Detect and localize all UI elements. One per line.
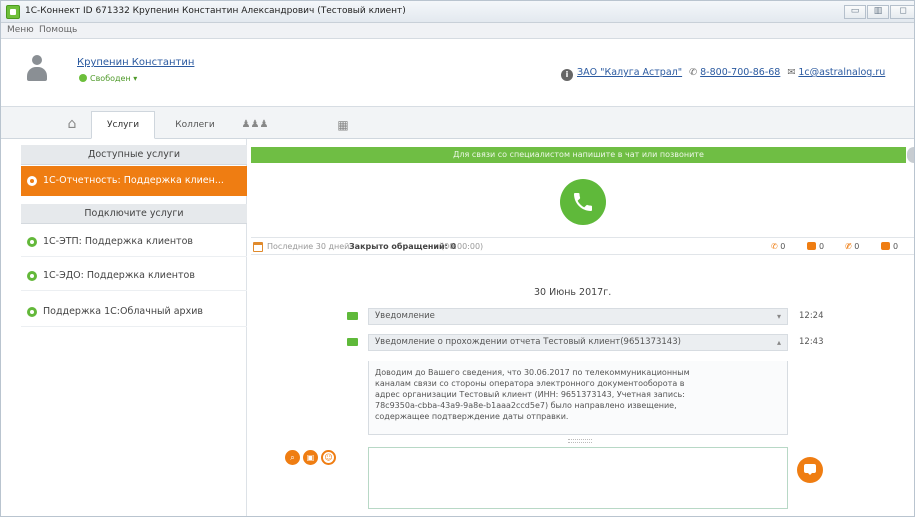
menu-item-main[interactable]: Меню bbox=[7, 25, 34, 35]
message-line: 78c9350a-cbba-43a9-9a8e-b1aaa2ccd5e7) бы… bbox=[375, 401, 677, 410]
service-status-icon bbox=[27, 307, 37, 317]
title-bar: 1С-Коннект ID 671332 Крупенин Константин… bbox=[1, 1, 914, 23]
search-button[interactable]: ⌕ bbox=[285, 450, 300, 465]
send-message-icon bbox=[804, 464, 816, 475]
message-header[interactable]: Уведомление ▾ bbox=[368, 308, 788, 325]
user-name-link[interactable]: Крупенин Константин bbox=[77, 57, 194, 68]
phone-icon: ✆ bbox=[689, 67, 698, 78]
message-line: каналам связи со стороны оператора элект… bbox=[375, 379, 685, 388]
call-button[interactable] bbox=[560, 179, 606, 225]
connect-services-header: Подключите услуги bbox=[21, 204, 247, 224]
service-item-active[interactable]: 1С-Отчетность: Поддержка клиен... bbox=[21, 166, 247, 196]
support-contacts: i ЗАО "Калуга Астрал" ✆ 8-800-700-86-68 ✉… bbox=[561, 67, 885, 81]
email-link[interactable]: 1c@astralnalog.ru bbox=[798, 67, 885, 78]
maximize-button[interactable]: ▥ bbox=[867, 5, 889, 19]
app-logo-icon bbox=[6, 5, 20, 19]
smile-icon: ☺ bbox=[324, 453, 333, 462]
restore-button[interactable]: ◻ bbox=[890, 5, 914, 19]
service-item-archive[interactable]: Поддержка 1С:Облачный архив bbox=[21, 297, 247, 327]
message-line: Доводим до Вашего сведения, что 30.06.20… bbox=[375, 368, 690, 377]
tab-colleagues[interactable]: Коллеги bbox=[159, 111, 231, 139]
missed-icon: ✆̸ bbox=[845, 242, 852, 251]
menu-item-help[interactable]: Помощь bbox=[39, 25, 77, 35]
attach-icon: ▣ bbox=[306, 453, 315, 462]
message-line: адрес организации Тестовый клиент (ИНН: … bbox=[375, 390, 685, 399]
send-button[interactable] bbox=[797, 457, 823, 483]
file-icon bbox=[881, 242, 890, 250]
tab-services[interactable]: Услуги bbox=[91, 111, 155, 139]
contact-notice-banner: Для связи со специалистом напишите в чат… bbox=[251, 147, 906, 163]
avatar[interactable] bbox=[25, 55, 49, 81]
email-icon: ✉ bbox=[787, 67, 796, 78]
service-status-icon bbox=[27, 237, 37, 247]
people-icon: ♟♟♟ bbox=[241, 119, 269, 130]
service-item-etp[interactable]: 1С-ЭТП: Поддержка клиентов bbox=[21, 227, 247, 257]
message-input[interactable] bbox=[368, 447, 788, 509]
profile-header: Крупенин Константин Свободен ▾ i ЗАО "Кал… bbox=[1, 39, 914, 107]
phone-icon bbox=[574, 193, 592, 211]
stats-bar: Последние 30 дней Закрыто обращений: 0 (… bbox=[251, 237, 914, 255]
chevron-up-icon[interactable]: ▴ bbox=[777, 335, 781, 350]
tab-groups[interactable]: ♟♟♟ bbox=[235, 111, 275, 139]
attach-button[interactable]: ▣ bbox=[303, 450, 318, 465]
message-time: 12:24 bbox=[799, 311, 824, 321]
status-selector[interactable]: Свободен ▾ bbox=[79, 74, 137, 83]
available-services-header: Доступные услуги bbox=[21, 145, 247, 165]
search-icon: ⌕ bbox=[290, 453, 295, 462]
resize-handle[interactable] bbox=[568, 439, 592, 443]
envelope-icon bbox=[347, 312, 358, 320]
tab-grid[interactable]: ▦ bbox=[323, 111, 363, 139]
tabs-bar: ⌂ Услуги Коллеги ♟♟♟ ▦ bbox=[1, 107, 914, 139]
scroll-handle[interactable] bbox=[907, 147, 914, 163]
message-body: Доводим до Вашего сведения, что 30.06.20… bbox=[368, 361, 788, 435]
minimize-button[interactable]: ▭ bbox=[844, 5, 866, 19]
tab-home[interactable]: ⌂ bbox=[53, 111, 91, 139]
chevron-down-icon[interactable]: ▾ bbox=[777, 309, 781, 324]
chat-panel: Для связи со специалистом напишите в чат… bbox=[251, 139, 914, 516]
grid-icon: ▦ bbox=[337, 118, 349, 132]
service-item-edo[interactable]: 1С-ЭДО: Поддержка клиентов bbox=[21, 261, 247, 291]
stats-period[interactable]: Последние 30 дней bbox=[267, 242, 349, 251]
info-icon: i bbox=[561, 69, 573, 81]
window-title: 1С-Коннект ID 671332 Крупенин Константин… bbox=[25, 6, 406, 16]
stats-messages: 0 bbox=[807, 242, 824, 251]
date-separator: 30 Июнь 2017г. bbox=[534, 287, 612, 298]
home-icon: ⌂ bbox=[67, 116, 77, 132]
calendar-icon bbox=[253, 242, 263, 252]
message-line: содержащее подтверждение даты отправки. bbox=[375, 412, 569, 421]
app-window: 1С-Коннект ID 671332 Крупенин Константин… bbox=[0, 0, 915, 517]
service-status-icon bbox=[27, 176, 37, 186]
stats-calls: ✆ 0 bbox=[771, 242, 786, 251]
phone-icon: ✆ bbox=[771, 242, 778, 251]
message-icon bbox=[807, 242, 816, 250]
stats-missed: ✆̸ 0 bbox=[845, 242, 860, 251]
envelope-icon bbox=[347, 338, 358, 346]
services-sidebar: Доступные услуги 1С-Отчетность: Поддержк… bbox=[1, 139, 247, 516]
phone-link[interactable]: 8-800-700-86-68 bbox=[700, 67, 780, 78]
stats-duration: (00:00:00) bbox=[441, 242, 484, 251]
service-status-icon bbox=[27, 271, 37, 281]
stats-files: 0 bbox=[881, 242, 898, 251]
menu-bar: Меню Помощь bbox=[1, 23, 914, 39]
emoji-button[interactable]: ☺ bbox=[321, 450, 336, 465]
status-online-icon bbox=[79, 74, 87, 82]
message-header[interactable]: Уведомление о прохождении отчета Тестовы… bbox=[368, 334, 788, 351]
message-time: 12:43 bbox=[799, 337, 824, 347]
org-link[interactable]: ЗАО "Калуга Астрал" bbox=[577, 67, 682, 78]
